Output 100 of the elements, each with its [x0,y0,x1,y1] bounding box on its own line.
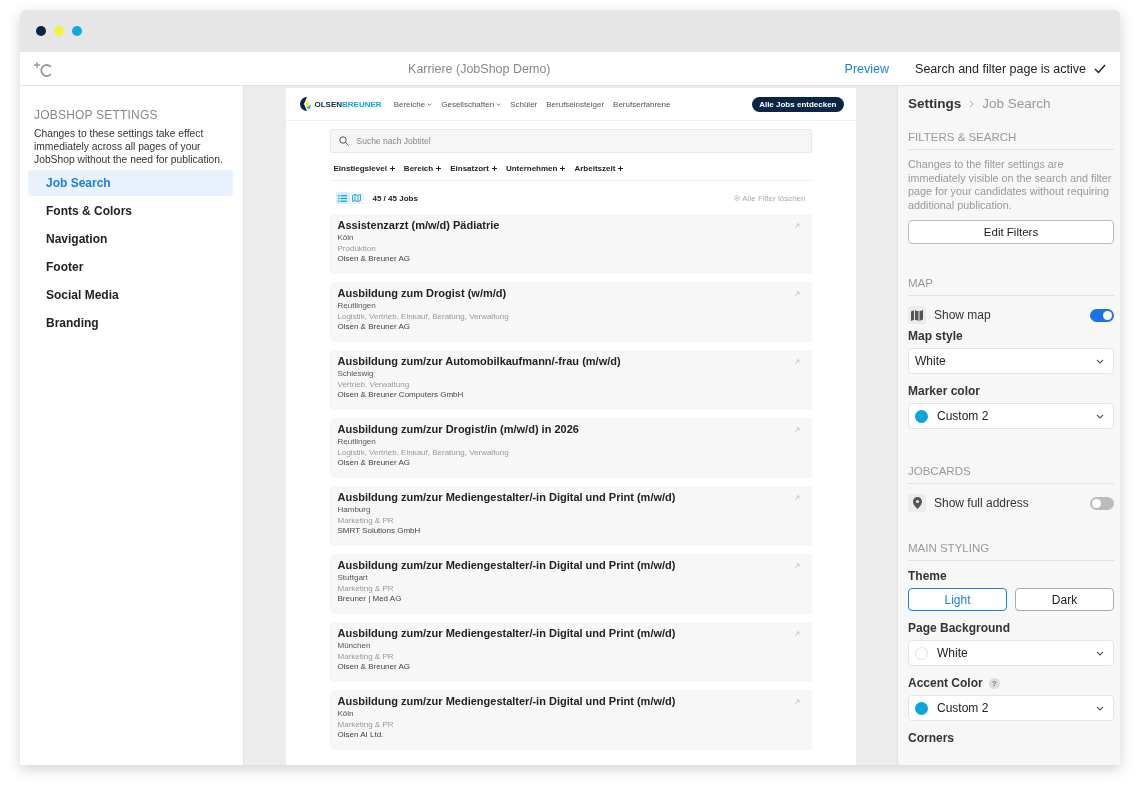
job-card[interactable]: Ausbildung zum/zur Mediengestalter/-in Digital und Print (m/w/d) Köln Marketing & PR Olsen AI Ltd. [329,690,812,750]
plus-icon [389,166,395,171]
job-company: Olsen & Breuner AG [337,254,411,263]
external-arrow-icon [793,495,800,501]
breadcrumb-item: Job Search [982,96,1051,111]
map-icon [352,194,361,202]
section-heading: FILTERS & SEARCH [908,131,1114,150]
theme-option[interactable]: Dark [1015,588,1114,611]
job-location: Reutlingen [337,437,377,446]
job-title: Ausbildung zum/zur Mediengestalter/-in Digital und Print (m/w/d) [337,627,677,639]
sidebar-item[interactable]: Navigation [28,226,233,252]
job-company: Olsen & Breuner AG [337,458,411,467]
job-categories: Vertrieb, Verwaltung [337,380,411,389]
status-text: Search and filter page is active [915,61,1086,76]
chevron-icon [427,102,433,106]
edit-filters-button[interactable]: Edit Filters [908,220,1114,244]
toggle-label: Show map [934,308,992,322]
dropdown-field[interactable]: Custom 2 [908,403,1114,429]
sidebar-heading: JOBSHOP SETTINGS [34,108,159,122]
chevron-icon [1096,705,1104,711]
list-icon [338,194,347,202]
external-arrow-icon [793,427,800,433]
nav-link[interactable]: Berufserfahrene [613,99,671,109]
filter-dropdown[interactable]: Arbeitszeit [574,164,624,173]
sidebar-item[interactable]: Branding [28,310,233,336]
sidebar-item[interactable]: Social Media [28,282,233,308]
field-label: Map style [908,329,963,343]
checkmark-icon [1094,63,1106,74]
map-icon [911,309,923,321]
logo-text: OLSENBREUNER [314,99,382,109]
breadcrumb-item[interactable]: Settings [908,96,962,111]
search-field[interactable]: Suche nach Jobtitel [329,129,812,153]
view-toggle[interactable] [349,192,364,204]
job-card[interactable]: Ausbildung zum/zur Automobilkaufmann/-frau (m/w/d) Schleswig Vertrieb, Verwaltung Olsen & Breuner Computers GmbH [329,350,812,410]
dropdown-field[interactable]: White [908,640,1114,666]
dropdown-value: White [915,354,947,368]
job-card[interactable]: Ausbildung zum/zur Mediengestalter/-in Digital und Print (m/w/d) Stuttgart Marketing & PR Breuner | Med AG [329,554,812,614]
nav-link[interactable]: Schüler [510,99,538,109]
toggle-switch[interactable] [1090,496,1114,510]
window-title: Karriere (JobShop Demo) [407,61,552,76]
dropdown-value: Custom 2 [937,701,990,715]
toggle-label: Show full address [934,496,1030,510]
window-control[interactable] [36,26,46,36]
view-toggle[interactable] [335,192,350,204]
filter-dropdown[interactable]: Unternehmen [505,164,566,173]
job-card[interactable]: Ausbildung zum Drogist (w/m/d) Reutlingen Logistik, Vertrieb, Einkauf, Beratung, Verwaltung Olsen & Breuner AG [329,282,812,342]
job-title: Assistenzarzt (m/w/d) Pädiatrie [337,219,501,231]
job-company: Olsen & Breuner Computers GmbH [337,390,465,399]
job-categories: Produktion [337,244,377,253]
filter-dropdown[interactable]: Einsatzort [450,164,497,173]
dropdown-value: White [937,646,969,660]
toggle-switch[interactable] [1090,308,1114,322]
external-arrow-icon [793,563,800,569]
job-count: 45 / 45 Jobs [372,193,418,203]
job-company: Breuner | Med AG [337,594,403,603]
section-heading: MAIN STYLING [908,542,1114,561]
job-title: Ausbildung zum/zur Mediengestalter/-in Digital und Print (m/w/d) [337,559,677,571]
field-label: Corners [908,731,954,745]
dropdown-field[interactable]: White [908,348,1114,374]
job-location: Köln [337,233,355,242]
sidebar-item[interactable]: Job Search [28,170,233,196]
job-card[interactable]: Ausbildung zum/zur Drogist/in (m/w/d) in 2026 Reutlingen Logistik, Vertrieb, Einkauf, Beratung, Verwaltung Olsen & Breuner AG [329,418,812,478]
job-card[interactable]: Ausbildung zum/zur Mediengestalter/-in Digital und Print (m/w/d) Hamburg Marketing & PR SMRT Solutions GmbH [329,486,812,546]
plus-icon [491,166,497,171]
dropdown-field[interactable]: Custom 2 [908,695,1114,721]
chevron-right-icon [969,99,975,108]
location-pin-icon [912,497,922,509]
filter-dropdown[interactable]: Einstiegslevel [333,164,395,173]
sidebar-description: Changes to these settings take effect immediately across all pages of your JobShop without the need for publication. [34,127,224,166]
job-categories: Marketing & PR [337,720,395,729]
job-categories: Marketing & PR [337,516,395,525]
add-refresh-icon[interactable] [34,60,54,77]
cta-button[interactable]: Alle Jobs entdecken [752,96,844,112]
job-title: Ausbildung zum/zur Mediengestalter/-in Digital und Print (m/w/d) [337,491,677,503]
job-location: Reutlingen [337,301,377,310]
job-card[interactable]: Assistenzarzt (m/w/d) Pädiatrie Köln Produktion Olsen & Breuner AG [329,214,812,274]
chevron-icon [1096,413,1104,419]
nav-link[interactable]: Gesellschaften [441,99,502,109]
sidebar-item[interactable]: Footer [28,254,233,280]
field-label: Marker color [908,384,981,398]
preview-link[interactable]: Preview [844,61,890,76]
plus-icon [436,166,442,171]
settings-description: Changes to the filter settings are immediately visible on the search and filter page for your candidates without requiring additional publication. [908,158,1113,212]
external-arrow-icon [793,631,800,637]
theme-option[interactable]: Light [908,588,1007,611]
plus-icon [560,166,566,171]
job-location: Stuttgart [337,573,369,582]
job-location: München [337,641,372,650]
logo-icon [297,96,312,112]
nav-link[interactable]: Bereiche [393,99,433,109]
nav-link[interactable]: Berufseinsteiger [546,99,605,109]
job-title: Ausbildung zum Drogist (w/m/d) [337,287,508,299]
external-arrow-icon [793,291,800,297]
external-arrow-icon [793,223,800,229]
external-arrow-icon [793,359,800,365]
job-company: Olsen & Breuner AG [337,322,411,331]
filter-dropdown[interactable]: Bereich [403,164,442,173]
sidebar-item[interactable]: Fonts & Colors [28,198,233,224]
job-title: Ausbildung zum/zur Mediengestalter/-in Digital und Print (m/w/d) [337,695,677,707]
job-card[interactable]: Ausbildung zum/zur Mediengestalter/-in Digital und Print (m/w/d) München Marketing & PR Olsen & Breuner AG [329,622,812,682]
